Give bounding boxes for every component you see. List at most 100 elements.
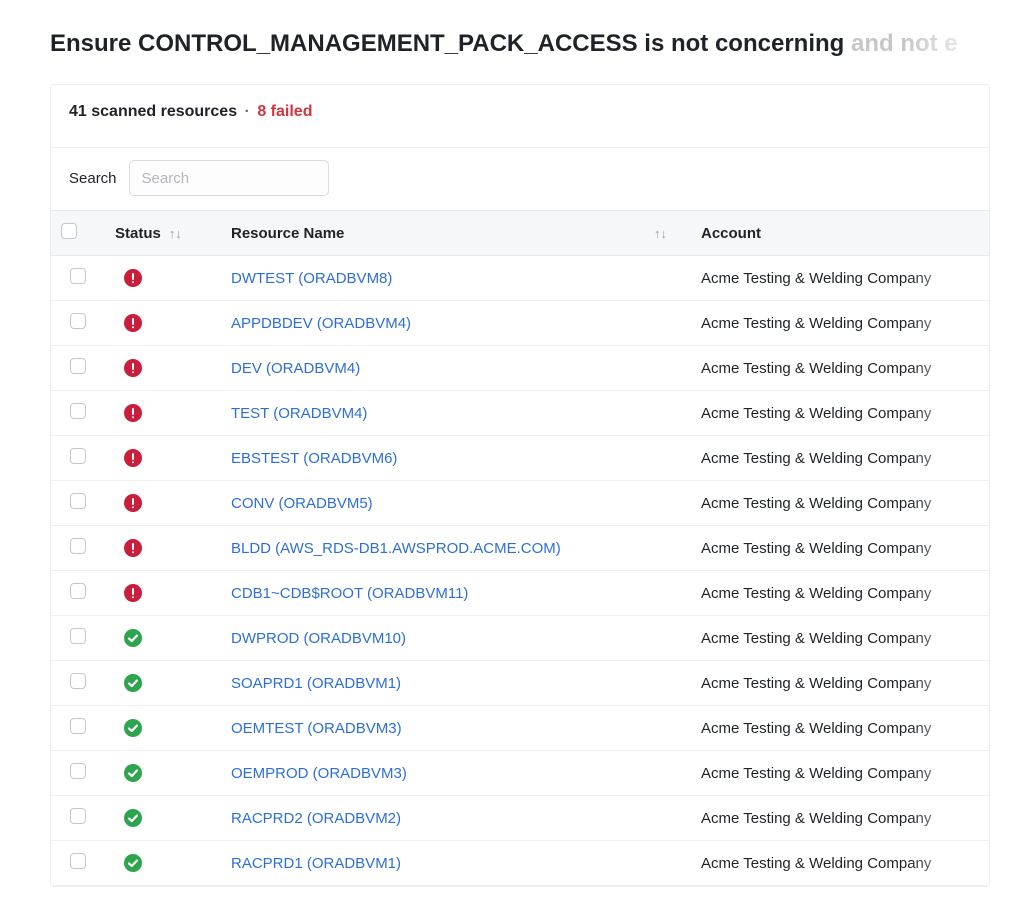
row-checkbox[interactable]	[70, 268, 86, 284]
row-resource-cell: DEV (ORADBVM4)	[221, 346, 691, 391]
error-icon	[123, 268, 143, 288]
account-name: Acme Testing & Welding Company	[701, 270, 931, 287]
resource-link[interactable]: APPDBDEV (ORADBVM4)	[231, 315, 411, 332]
row-checkbox[interactable]	[70, 313, 86, 329]
sort-icon: ↑↓	[169, 226, 182, 241]
row-checkbox[interactable]	[70, 628, 86, 644]
row-account-cell: Acme Testing & Welding Company	[691, 751, 989, 796]
search-label: Search	[69, 170, 117, 187]
summary-separator: ·	[242, 103, 253, 120]
page-title-faded: and not e	[851, 30, 958, 57]
row-status-cell	[105, 526, 221, 571]
row-account-cell: Acme Testing & Welding Company	[691, 616, 989, 661]
row-account-cell: Acme Testing & Welding Company	[691, 256, 989, 301]
row-status-cell	[105, 706, 221, 751]
row-checkbox-cell	[51, 616, 105, 661]
row-status-cell	[105, 796, 221, 841]
resource-link[interactable]: RACPRD1 (ORADBVM1)	[231, 855, 401, 872]
table-row: OEMPROD (ORADBVM3) Acme Testing & Welding…	[51, 751, 989, 796]
table-row: EBSTEST (ORADBVM6)Acme Testing & Welding…	[51, 436, 989, 481]
error-icon	[123, 358, 143, 378]
row-account-cell: Acme Testing & Welding Company	[691, 346, 989, 391]
resource-link[interactable]: DEV (ORADBVM4)	[231, 360, 360, 377]
header-status[interactable]: Status ↑↓	[105, 211, 221, 256]
table-row: APPDBDEV (ORADBVM4) Acme Testing & Weldin…	[51, 301, 989, 346]
success-icon	[123, 718, 143, 738]
resource-link[interactable]: CONV (ORADBVM5)	[231, 495, 373, 512]
row-resource-cell: OEMPROD (ORADBVM3)	[221, 751, 691, 796]
account-name: Acme Testing & Welding Company	[701, 405, 931, 422]
row-checkbox[interactable]	[70, 718, 86, 734]
row-checkbox-cell	[51, 751, 105, 796]
summary-bar: 41 scanned resources · 8 failed	[51, 85, 989, 148]
row-checkbox-cell	[51, 796, 105, 841]
header-account[interactable]: Account	[691, 211, 989, 256]
row-resource-cell: OEMTEST (ORADBVM3)	[221, 706, 691, 751]
error-icon	[123, 313, 143, 333]
row-checkbox-cell	[51, 706, 105, 751]
row-resource-cell: APPDBDEV (ORADBVM4)	[221, 301, 691, 346]
row-account-cell: Acme Testing & Welding Company	[691, 661, 989, 706]
resource-link[interactable]: CDB1~CDB$ROOT (ORADBVM11)	[231, 585, 468, 602]
row-checkbox[interactable]	[70, 853, 86, 869]
select-all-checkbox[interactable]	[61, 223, 77, 239]
success-icon	[123, 628, 143, 648]
sort-icon: ↑↓	[654, 226, 667, 241]
resource-link[interactable]: EBSTEST (ORADBVM6)	[231, 450, 397, 467]
table-row: DWTEST (ORADBVM8) Acme Testing & Welding …	[51, 256, 989, 301]
success-icon	[123, 763, 143, 783]
row-checkbox[interactable]	[70, 538, 86, 554]
table-row: CONV (ORADBVM5) Acme Testing & Welding Co…	[51, 481, 989, 526]
row-resource-cell: EBSTEST (ORADBVM6)	[221, 436, 691, 481]
header-resource[interactable]: Resource Name ↑↓	[221, 211, 691, 256]
resource-link[interactable]: OEMPROD (ORADBVM3)	[231, 765, 407, 782]
row-status-cell	[105, 301, 221, 346]
resource-link[interactable]: BLDD (AWS_RDS-DB1.AWSPROD.ACME.COM)	[231, 540, 561, 557]
row-checkbox[interactable]	[70, 808, 86, 824]
resource-link[interactable]: DWTEST (ORADBVM8)	[231, 270, 392, 287]
row-resource-cell: RACPRD1 (ORADBVM1)	[221, 841, 691, 886]
row-resource-cell: DWTEST (ORADBVM8)	[221, 256, 691, 301]
row-account-cell: Acme Testing & Welding Company	[691, 481, 989, 526]
account-name: Acme Testing & Welding Company	[701, 855, 931, 872]
resource-link[interactable]: OEMTEST (ORADBVM3)	[231, 720, 402, 737]
row-resource-cell: CDB1~CDB$ROOT (ORADBVM11)	[221, 571, 691, 616]
table-row: TEST (ORADBVM4) Acme Testing & Welding Co…	[51, 391, 989, 436]
row-checkbox[interactable]	[70, 403, 86, 419]
row-checkbox-cell	[51, 346, 105, 391]
row-checkbox[interactable]	[70, 583, 86, 599]
row-account-cell: Acme Testing & Welding Company	[691, 796, 989, 841]
row-account-cell: Acme Testing & Welding Company	[691, 391, 989, 436]
row-checkbox[interactable]	[70, 763, 86, 779]
account-name: Acme Testing & Welding Company	[701, 315, 931, 332]
row-checkbox-cell	[51, 571, 105, 616]
row-resource-cell: BLDD (AWS_RDS-DB1.AWSPROD.ACME.COM)	[221, 526, 691, 571]
resource-link[interactable]: SOAPRD1 (ORADBVM1)	[231, 675, 401, 692]
row-checkbox[interactable]	[70, 673, 86, 689]
row-status-cell	[105, 346, 221, 391]
search-input[interactable]	[129, 160, 329, 196]
resource-link[interactable]: TEST (ORADBVM4)	[231, 405, 367, 422]
account-name: Acme Testing & Welding Company	[701, 495, 931, 512]
row-checkbox[interactable]	[70, 448, 86, 464]
row-checkbox-cell	[51, 301, 105, 346]
row-checkbox[interactable]	[70, 493, 86, 509]
row-resource-cell: SOAPRD1 (ORADBVM1)	[221, 661, 691, 706]
account-name: Acme Testing & Welding Company	[701, 765, 931, 782]
search-row: Search	[51, 148, 989, 210]
row-account-cell: Acme Testing & Welding Company	[691, 526, 989, 571]
resource-link[interactable]: DWPROD (ORADBVM10)	[231, 630, 406, 647]
table-row: BLDD (AWS_RDS-DB1.AWSPROD.ACME.COM) Acme …	[51, 526, 989, 571]
account-name: Acme Testing & Welding Company	[701, 810, 931, 827]
row-checkbox[interactable]	[70, 358, 86, 374]
row-resource-cell: CONV (ORADBVM5)	[221, 481, 691, 526]
results-table: Status ↑↓ Resource Name ↑↓ Account	[51, 210, 989, 886]
table-row: OEMTEST (ORADBVM3)Acme Testing & Welding…	[51, 706, 989, 751]
resource-link[interactable]: RACPRD2 (ORADBVM2)	[231, 810, 401, 827]
header-account-label: Account	[701, 225, 761, 242]
account-name: Acme Testing & Welding Company	[701, 675, 931, 692]
row-status-cell	[105, 256, 221, 301]
table-row: DWPROD (ORADBVM10) Acme Testing & Welding…	[51, 616, 989, 661]
header-status-label: Status	[115, 225, 161, 242]
account-name: Acme Testing & Welding Company	[701, 630, 931, 647]
